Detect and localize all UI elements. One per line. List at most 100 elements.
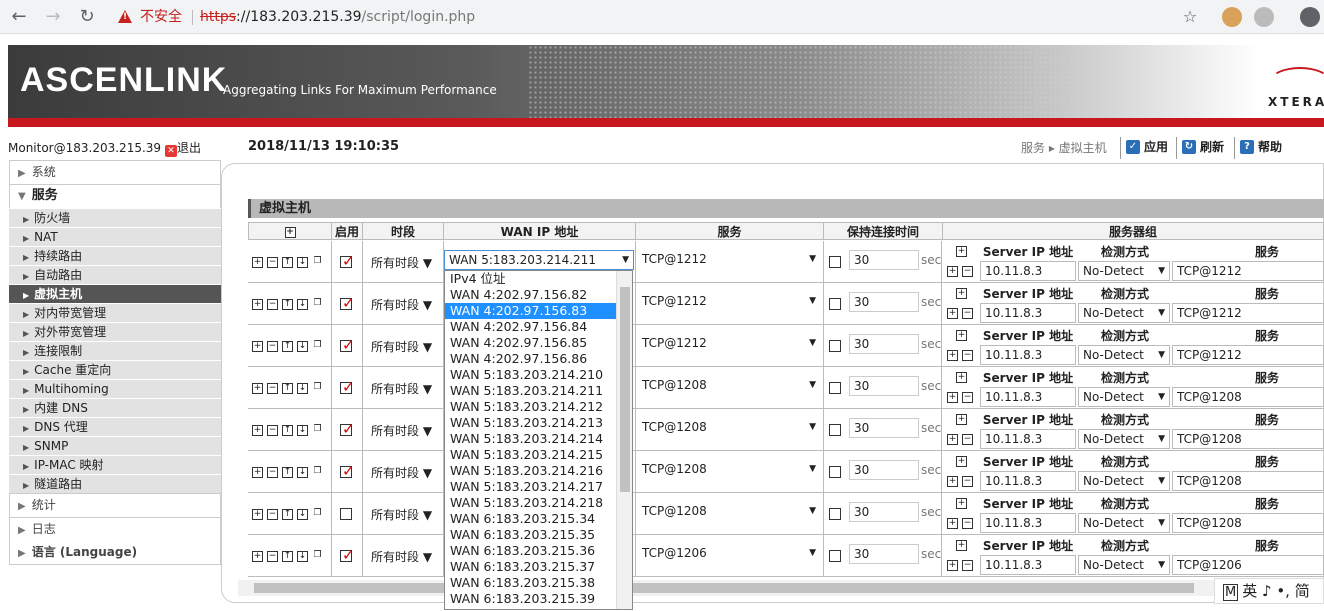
keepalive-input[interactable]: 30	[849, 250, 919, 270]
copy-icon[interactable]: ❐	[312, 467, 323, 478]
server-service-input[interactable]: TCP@1206	[1172, 555, 1324, 575]
move-down-icon[interactable]: ↓	[297, 467, 308, 478]
wan-option[interactable]: WAN 4:202.97.156.82	[445, 287, 632, 303]
wan-option[interactable]: WAN 5:183.203.214.218	[445, 495, 632, 511]
add-icon[interactable]: +	[252, 551, 263, 562]
sidebar-item[interactable]: ▶ 自动路由	[9, 265, 221, 284]
service-select[interactable]: TCP@1208 ▼	[638, 376, 820, 396]
logout-link[interactable]: 退出	[177, 141, 201, 155]
move-up-icon[interactable]: ↑	[282, 551, 293, 562]
copy-icon[interactable]: ❐	[312, 509, 323, 520]
wan-dropdown-list[interactable]: IPv4 位址 WAN 4:202.97.156.82 WAN 4:202.97.1…	[444, 270, 633, 610]
sidebar-item[interactable]: ▶ Multihoming	[9, 379, 221, 398]
move-down-icon[interactable]: ↓	[297, 341, 308, 352]
copy-icon[interactable]: ❐	[312, 425, 323, 436]
service-select[interactable]: TCP@1208 ▼	[638, 418, 820, 438]
sidebar-item[interactable]: ▶ 隧道路由	[9, 474, 221, 493]
enable-checkbox[interactable]	[340, 462, 355, 480]
remove-icon[interactable]: −	[267, 341, 278, 352]
server-ip-input[interactable]: 10.11.8.3	[980, 471, 1076, 491]
add-icon[interactable]: +	[252, 383, 263, 394]
wan-option[interactable]: IPv4 位址	[445, 271, 632, 287]
service-select[interactable]: TCP@1208 ▼	[638, 502, 820, 522]
wan-option[interactable]: WAN 5:183.203.214.210	[445, 367, 632, 383]
sg-add-row-icon[interactable]: +	[947, 350, 958, 361]
service-select[interactable]: TCP@1212 ▼	[638, 250, 820, 270]
move-down-icon[interactable]: ↓	[297, 509, 308, 520]
sg-remove-row-icon[interactable]: −	[962, 350, 973, 361]
keepalive-checkbox[interactable]	[829, 508, 841, 520]
enable-checkbox[interactable]	[340, 336, 355, 354]
server-ip-input[interactable]: 10.11.8.3	[980, 513, 1076, 533]
remove-icon[interactable]: −	[267, 257, 278, 268]
sg-add-icon[interactable]: +	[956, 288, 967, 299]
apply-button[interactable]: ✓ 应用	[1126, 137, 1168, 157]
wan-option[interactable]: WAN 5:183.203.214.216	[445, 463, 632, 479]
keepalive-checkbox[interactable]	[829, 382, 841, 394]
logout-icon[interactable]: ✕	[165, 145, 178, 157]
keepalive-checkbox[interactable]	[829, 340, 841, 352]
detect-select[interactable]: No-Detect ▼	[1078, 387, 1170, 407]
keepalive-input[interactable]: 30	[849, 334, 919, 354]
move-up-icon[interactable]: ↑	[282, 257, 293, 268]
add-row-header[interactable]: +	[248, 222, 332, 240]
sg-add-row-icon[interactable]: +	[947, 308, 958, 319]
server-service-input[interactable]: TCP@1212	[1172, 345, 1324, 365]
server-ip-input[interactable]: 10.11.8.3	[980, 345, 1076, 365]
copy-icon[interactable]: ❐	[312, 257, 323, 268]
add-icon[interactable]: +	[252, 299, 263, 310]
sidebar-item[interactable]: ▶ DNS 代理	[9, 417, 221, 436]
wan-option[interactable]: WAN 5:183.203.214.212	[445, 399, 632, 415]
sg-add-row-icon[interactable]: +	[947, 560, 958, 571]
copy-icon[interactable]: ❐	[312, 551, 323, 562]
server-ip-input[interactable]: 10.11.8.3	[980, 261, 1076, 281]
ime-toolbar[interactable]: M英 ♪ •, 简	[1214, 578, 1324, 604]
wan-option[interactable]: WAN 5:183.203.214.214	[445, 431, 632, 447]
period-select[interactable]: 所有时段 ▼	[371, 296, 432, 313]
sg-add-icon[interactable]: +	[956, 330, 967, 341]
sidebar-group-services[interactable]: ▼ 服务	[9, 184, 221, 208]
sg-add-icon[interactable]: +	[956, 540, 967, 551]
period-select[interactable]: 所有时段 ▼	[371, 422, 432, 439]
add-icon[interactable]: +	[252, 425, 263, 436]
sg-remove-row-icon[interactable]: −	[962, 434, 973, 445]
sg-add-row-icon[interactable]: +	[947, 266, 958, 277]
move-down-icon[interactable]: ↓	[297, 425, 308, 436]
sg-remove-row-icon[interactable]: −	[962, 476, 973, 487]
keepalive-checkbox[interactable]	[829, 256, 841, 268]
refresh-button[interactable]: ↻ 刷新	[1182, 137, 1224, 157]
copy-icon[interactable]: ❐	[312, 299, 323, 310]
copy-icon[interactable]: ❐	[312, 383, 323, 394]
detect-select[interactable]: No-Detect ▼	[1078, 261, 1170, 281]
enable-checkbox[interactable]	[340, 378, 355, 396]
keepalive-checkbox[interactable]	[829, 298, 841, 310]
wan-option[interactable]: WAN 4:202.97.156.86	[445, 351, 632, 367]
keepalive-input[interactable]: 30	[849, 418, 919, 438]
sg-add-icon[interactable]: +	[956, 414, 967, 425]
move-up-icon[interactable]: ↑	[282, 299, 293, 310]
wan-select[interactable]: WAN 5:183.203.214.211 ▼	[444, 250, 634, 270]
detect-select[interactable]: No-Detect ▼	[1078, 345, 1170, 365]
enable-checkbox[interactable]	[340, 420, 355, 438]
keepalive-checkbox[interactable]	[829, 550, 841, 562]
sg-add-row-icon[interactable]: +	[947, 434, 958, 445]
remove-icon[interactable]: −	[267, 467, 278, 478]
sg-add-row-icon[interactable]: +	[947, 518, 958, 529]
add-icon[interactable]: +	[252, 467, 263, 478]
server-service-input[interactable]: TCP@1212	[1172, 303, 1324, 323]
sidebar-item[interactable]: ▶ Cache 重定向	[9, 360, 221, 379]
dropdown-scrollbar[interactable]	[616, 271, 632, 609]
period-select[interactable]: 所有时段 ▼	[371, 338, 432, 355]
remove-icon[interactable]: −	[267, 425, 278, 436]
period-select[interactable]: 所有时段 ▼	[371, 254, 432, 271]
enable-checkbox[interactable]	[340, 546, 355, 564]
server-service-input[interactable]: TCP@1208	[1172, 429, 1324, 449]
wan-option[interactable]: WAN 5:183.203.214.215	[445, 447, 632, 463]
wan-option[interactable]: WAN 4:202.97.156.84	[445, 319, 632, 335]
move-down-icon[interactable]: ↓	[297, 257, 308, 268]
sidebar-item[interactable]: ▶ NAT	[9, 227, 221, 246]
sg-add-icon[interactable]: +	[956, 246, 967, 257]
add-icon[interactable]: +	[252, 257, 263, 268]
move-up-icon[interactable]: ↑	[282, 341, 293, 352]
wan-option[interactable]: WAN 6:183.203.215.35	[445, 527, 632, 543]
